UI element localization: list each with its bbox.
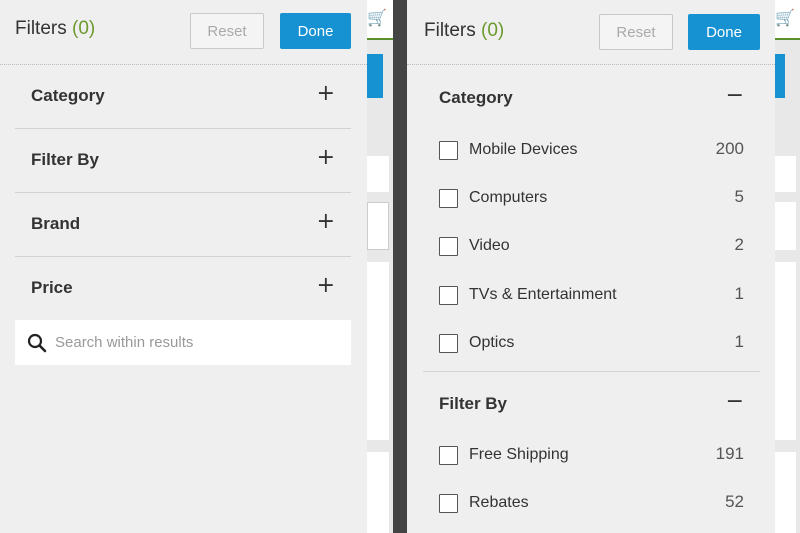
option-count: 1 (734, 332, 744, 351)
checkbox[interactable] (439, 189, 458, 208)
section-label: Category (31, 86, 105, 105)
filters-title: Filters (0) (424, 20, 504, 42)
section-brand[interactable]: Brand + (15, 193, 351, 257)
filters-count: (0) (72, 18, 96, 39)
option-count: 2 (734, 235, 744, 254)
background-card (775, 202, 796, 250)
filter-option-optics[interactable]: Optics 1 (423, 329, 760, 359)
section-label: Filter By (31, 150, 100, 169)
expand-icon[interactable]: + (317, 145, 335, 170)
background-card (775, 452, 796, 533)
background-page-right: 🛒 (775, 0, 800, 533)
option-label: Optics (469, 334, 515, 351)
filter-option-tvs-entertainment[interactable]: TVs & Entertainment 1 (423, 281, 760, 311)
filters-header: Filters (0) Reset Done (0, 0, 367, 65)
reset-button[interactable]: Reset (599, 14, 673, 50)
filters-title-text: Filters (424, 20, 476, 41)
filters-panel-collapsed: Filters (0) Reset Done Category + Filter… (0, 0, 367, 533)
filter-option-video[interactable]: Video 2 (423, 232, 760, 262)
search-placeholder: Search within results (55, 334, 194, 351)
section-category[interactable]: Category + (15, 65, 351, 129)
section-label: Category (439, 88, 513, 107)
option-label: TVs & Entertainment (469, 286, 617, 303)
filter-option-free-shipping[interactable]: Free Shipping 191 (423, 441, 760, 471)
section-label: Filter By (439, 394, 508, 413)
background-card (367, 202, 389, 250)
reset-button[interactable]: Reset (190, 13, 264, 49)
filter-option-rebates[interactable]: Rebates 52 (423, 489, 760, 519)
done-button[interactable]: Done (280, 13, 351, 49)
option-count: 200 (715, 139, 744, 158)
expand-icon[interactable]: + (317, 273, 335, 298)
section-category[interactable]: Category − (423, 66, 760, 126)
filter-option-computers[interactable]: Computers 5 (423, 184, 760, 214)
section-filter-by[interactable]: Filter By − (423, 372, 760, 432)
option-count: 52 (725, 492, 744, 511)
cart-icon: 🛒 (775, 8, 795, 27)
option-count: 191 (715, 444, 744, 463)
background-card (367, 262, 389, 440)
section-label: Brand (31, 214, 81, 233)
option-count: 1 (734, 284, 744, 303)
background-card (367, 452, 389, 533)
option-label: Video (469, 237, 510, 254)
background-card (775, 262, 796, 440)
filters-title-text: Filters (15, 18, 67, 39)
background-button (367, 54, 383, 98)
option-label: Mobile Devices (469, 141, 578, 158)
checkbox[interactable] (439, 237, 458, 256)
checkbox[interactable] (439, 334, 458, 353)
filter-option-mobile-devices[interactable]: Mobile Devices 200 (423, 136, 760, 166)
section-filter-by[interactable]: Filter By + (15, 129, 351, 193)
collapse-icon[interactable]: − (726, 83, 744, 108)
section-price[interactable]: Price + (15, 257, 351, 321)
option-label: Free Shipping (469, 446, 569, 463)
expand-icon[interactable]: + (317, 209, 335, 234)
search-icon (27, 333, 47, 353)
checkbox[interactable] (439, 494, 458, 513)
background-card (775, 156, 796, 192)
background-button (775, 54, 785, 98)
search-within-results[interactable]: Search within results (15, 320, 351, 365)
collapse-icon[interactable]: − (726, 389, 744, 414)
option-label: Computers (469, 189, 548, 206)
checkbox[interactable] (439, 446, 458, 465)
background-page-left: 🛒 (367, 0, 393, 533)
checkbox[interactable] (439, 286, 458, 305)
filters-panel-expanded: Filters (0) Reset Done Category − Mobile… (407, 0, 775, 533)
filters-title: Filters (0) (15, 18, 95, 40)
checkbox[interactable] (439, 141, 458, 160)
section-label: Price (31, 278, 73, 297)
cart-icon: 🛒 (367, 8, 387, 27)
background-card (367, 156, 389, 192)
filters-count: (0) (481, 20, 505, 41)
done-button[interactable]: Done (688, 14, 760, 50)
option-label: Rebates (469, 494, 529, 511)
filters-header: Filters (0) Reset Done (407, 0, 775, 65)
expand-icon[interactable]: + (317, 81, 335, 106)
option-count: 5 (734, 187, 744, 206)
